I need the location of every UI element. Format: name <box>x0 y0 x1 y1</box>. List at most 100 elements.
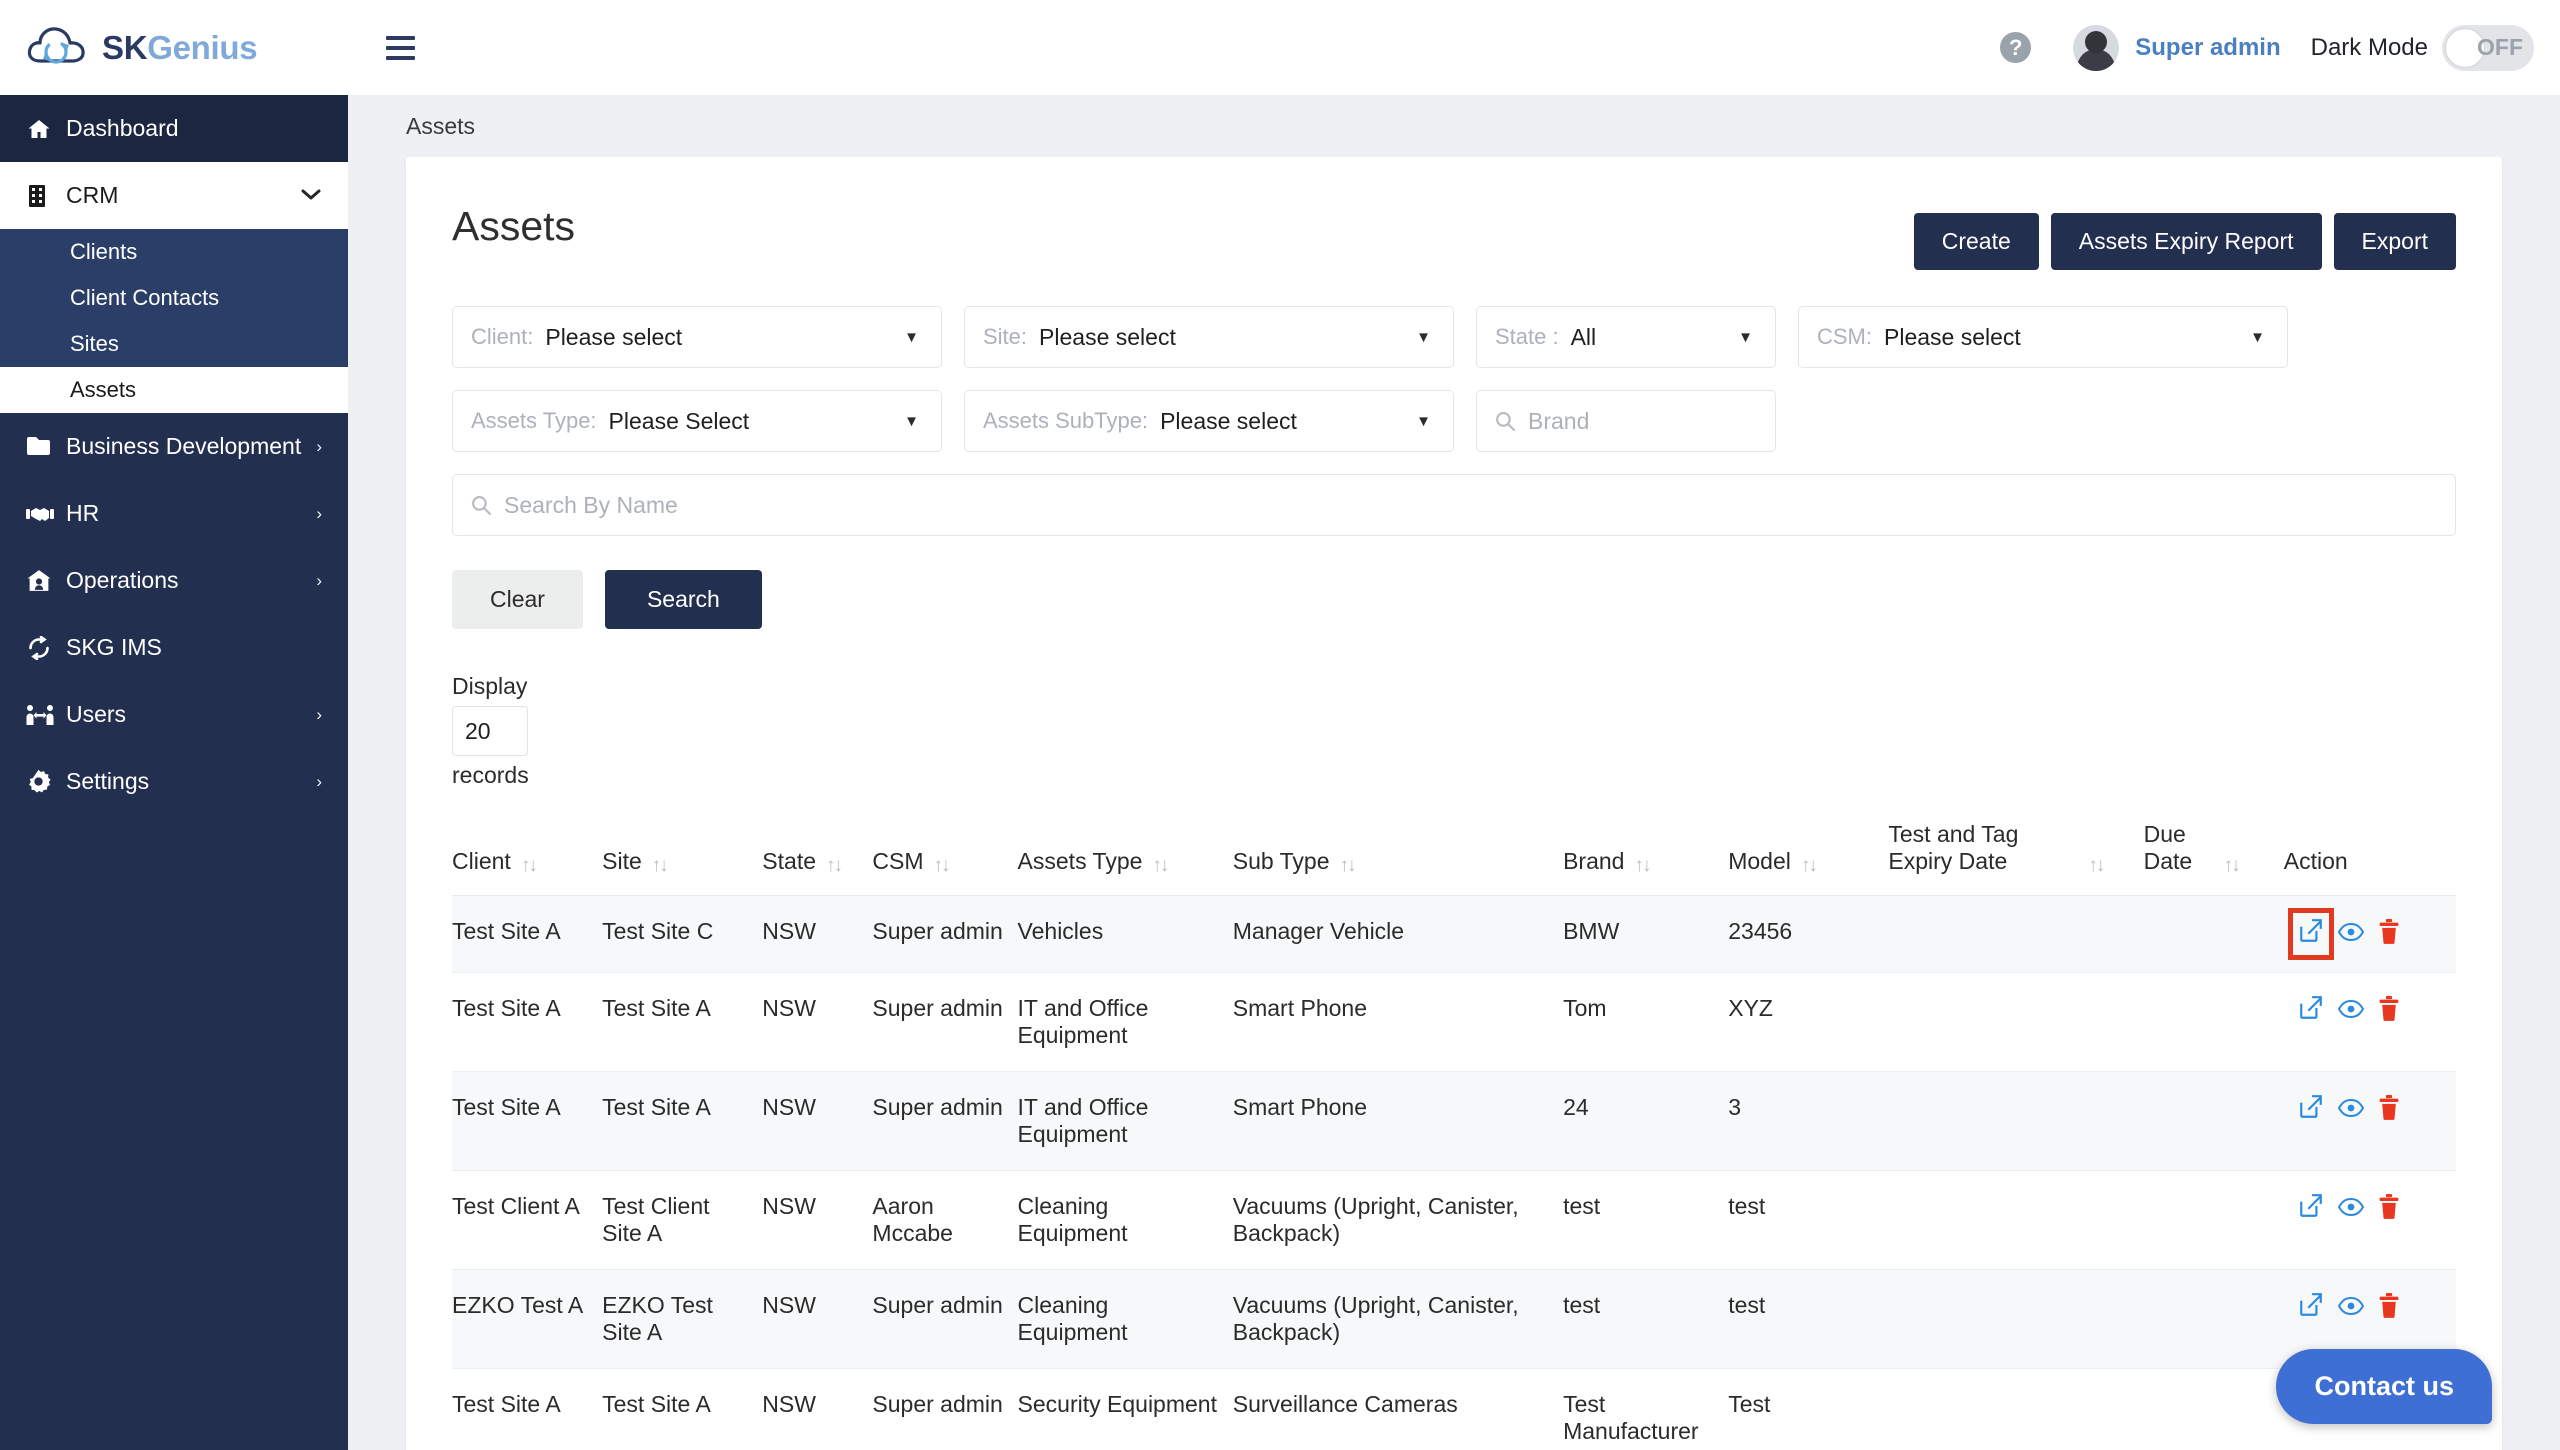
site-filter-label: Site: <box>983 324 1028 349</box>
delete-icon[interactable] <box>2378 1193 2400 1225</box>
sort-icon[interactable]: ↑↓ <box>2088 856 2105 875</box>
assets-subtype-filter-select[interactable]: Assets SubType: Please select ▼ <box>964 390 1454 452</box>
sort-icon[interactable]: ↑↓ <box>652 856 669 875</box>
edit-icon[interactable] <box>2298 1094 2324 1126</box>
client-filter-select[interactable]: Client: Please select ▼ <box>452 306 942 368</box>
sort-icon[interactable]: ↑↓ <box>2224 856 2241 875</box>
sidebar-subitem-label: Assets <box>70 377 137 402</box>
help-icon[interactable]: ? <box>2000 32 2032 63</box>
search-button[interactable]: Search <box>604 570 762 629</box>
main-region: ? Super admin Dark Mode OFF Assets Asset… <box>348 0 2560 1450</box>
cell-due-date <box>2143 1269 2284 1369</box>
col-csm[interactable]: CSM ↑↓ <box>872 821 1018 896</box>
assets-type-filter-select[interactable]: Assets Type: Please Select ▼ <box>452 390 942 452</box>
sort-icon[interactable]: ↑↓ <box>521 856 538 875</box>
export-button[interactable]: Export <box>2333 213 2456 270</box>
delete-icon[interactable] <box>2378 1094 2400 1126</box>
site-filter-value: Please select <box>1039 323 1176 350</box>
cell-model: test <box>1728 1269 1889 1369</box>
toggle-state-label: OFF <box>2477 34 2523 60</box>
col-brand[interactable]: Brand ↑↓ <box>1563 821 1729 896</box>
delete-icon[interactable] <box>2378 918 2400 950</box>
sidebar-item-dashboard[interactable]: Dashboard <box>0 95 348 162</box>
username-link[interactable]: Super admin <box>2135 34 2280 62</box>
state-filter-select[interactable]: State : All ▼ <box>1476 306 1776 368</box>
view-icon[interactable] <box>2337 921 2365 948</box>
avatar[interactable] <box>2073 24 2120 71</box>
state-filter-label: State : <box>1495 324 1559 349</box>
assets-subtype-filter-label: Assets SubType: <box>983 408 1149 433</box>
assets-expiry-report-button[interactable]: Assets Expiry Report <box>2050 213 2322 270</box>
csm-filter-select[interactable]: CSM: Please select ▼ <box>1798 306 2288 368</box>
cell-action <box>2283 1170 2456 1270</box>
create-button[interactable]: Create <box>1913 213 2039 270</box>
users-icon <box>26 704 66 726</box>
chevron-down-icon: ▼ <box>904 412 919 430</box>
filter-row-1: Client: Please select ▼ Site: Please sel… <box>452 306 2456 368</box>
sort-icon[interactable]: ↑↓ <box>1801 856 1818 875</box>
col-client[interactable]: Client ↑↓ <box>452 821 603 896</box>
display-records-input[interactable] <box>452 706 528 756</box>
sidebar-item-client-contacts[interactable]: Client Contacts <box>0 275 348 321</box>
sidebar-item-assets[interactable]: Assets <box>0 367 348 413</box>
sidebar-item-settings[interactable]: Settings › <box>0 748 348 815</box>
cell-sub-type: Manager Vehicle <box>1232 895 1564 973</box>
edit-icon[interactable] <box>2288 908 2334 960</box>
view-icon[interactable] <box>2337 1097 2365 1124</box>
cell-expiry-date <box>1888 895 2144 973</box>
sort-icon[interactable]: ↑↓ <box>1340 856 1357 875</box>
sort-icon[interactable]: ↑↓ <box>1634 856 1651 875</box>
col-due-date[interactable]: Due Date ↑↓ <box>2143 821 2284 896</box>
dark-mode-toggle[interactable]: OFF <box>2442 24 2534 71</box>
brand-name-part1: SK <box>102 28 148 66</box>
delete-icon[interactable] <box>2378 1292 2400 1324</box>
cell-csm: Super admin <box>872 1269 1018 1369</box>
cell-model: 23456 <box>1728 895 1889 973</box>
col-label: State <box>762 848 817 874</box>
sidebar-item-sites[interactable]: Sites <box>0 321 348 367</box>
col-expiry-date[interactable]: Test and Tag Expiry Date ↑↓ <box>1888 821 2144 896</box>
sort-icon[interactable]: ↑↓ <box>1152 856 1169 875</box>
cell-due-date <box>2143 972 2284 1072</box>
brand-filter-input[interactable]: Brand <box>1476 390 1776 452</box>
delete-icon[interactable] <box>2378 995 2400 1027</box>
view-icon[interactable] <box>2337 1196 2365 1223</box>
sidebar-item-crm[interactable]: CRM <box>0 162 348 229</box>
sidebar-item-hr[interactable]: HR › <box>0 480 348 547</box>
hamburger-menu-icon[interactable] <box>378 28 423 68</box>
chevron-down-icon: ▼ <box>2250 328 2265 346</box>
brand-name: SKGenius <box>102 28 258 67</box>
col-sub-type[interactable]: Sub Type ↑↓ <box>1232 821 1564 896</box>
col-assets-type[interactable]: Assets Type ↑↓ <box>1017 821 1233 896</box>
view-icon[interactable] <box>2337 998 2365 1025</box>
sidebar-item-clients[interactable]: Clients <box>0 229 348 275</box>
sidebar-item-business-development[interactable]: Business Development › <box>0 413 348 480</box>
sidebar-item-operations[interactable]: Operations › <box>0 547 348 614</box>
col-site[interactable]: Site ↑↓ <box>602 821 763 896</box>
col-label: Action <box>2283 848 2348 874</box>
assets-type-filter-label: Assets Type: <box>471 408 597 433</box>
col-state[interactable]: State ↑↓ <box>762 821 873 896</box>
sidebar-item-skg-ims[interactable]: SKG IMS <box>0 614 348 681</box>
brand-name-part2: Genius <box>147 28 258 66</box>
chevron-right-icon: › <box>316 436 322 456</box>
cell-brand: test <box>1563 1269 1729 1369</box>
brand-logo-area[interactable]: SKGenius <box>0 0 348 95</box>
col-model[interactable]: Model ↑↓ <box>1728 821 1889 896</box>
sort-icon[interactable]: ↑↓ <box>934 856 951 875</box>
client-filter-value: Please select <box>545 323 683 350</box>
clear-button[interactable]: Clear <box>452 570 583 629</box>
sidebar-item-users[interactable]: Users › <box>0 681 348 748</box>
csm-filter-value: Please select <box>1884 323 2021 350</box>
sort-icon[interactable]: ↑↓ <box>826 856 843 875</box>
contact-us-button[interactable]: Contact us <box>2276 1349 2492 1424</box>
edit-icon[interactable] <box>2298 1193 2324 1225</box>
cell-sub-type: Vacuums (Upright, Canister, Backpack) <box>1232 1269 1564 1369</box>
cell-expiry-date <box>1888 1071 2144 1171</box>
chevron-down-icon: ▼ <box>1416 412 1431 430</box>
search-by-name-input[interactable]: Search By Name <box>452 474 2456 536</box>
edit-icon[interactable] <box>2298 995 2324 1027</box>
edit-icon[interactable] <box>2298 1292 2324 1324</box>
site-filter-select[interactable]: Site: Please select ▼ <box>964 306 1454 368</box>
view-icon[interactable] <box>2337 1295 2365 1322</box>
